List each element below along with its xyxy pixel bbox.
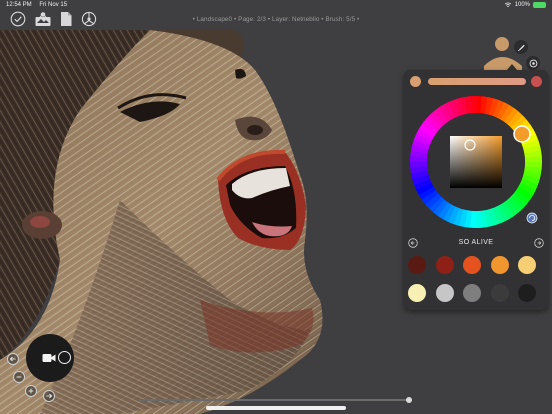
palette-swatch[interactable] <box>490 284 509 302</box>
history-swatch[interactable] <box>531 76 542 87</box>
color-panel: SO ALIVE <box>404 70 548 310</box>
palette-swatch[interactable] <box>408 256 426 274</box>
color-history <box>410 76 542 88</box>
palette-swatch[interactable] <box>435 256 454 274</box>
page-scrubber[interactable] <box>140 397 412 403</box>
history-gradient-bar[interactable] <box>428 78 526 85</box>
history-swatch[interactable] <box>410 76 421 87</box>
minus-icon <box>16 376 22 378</box>
page-scrubber-knob[interactable] <box>406 397 412 403</box>
brush-button[interactable] <box>514 40 528 54</box>
zoom-out-button[interactable] <box>13 371 25 383</box>
swap-color-button[interactable] <box>526 212 538 224</box>
zoom-in-button[interactable] <box>25 385 37 397</box>
palette-swatch[interactable] <box>408 284 426 302</box>
arrow-left-icon <box>9 356 16 362</box>
document-info: • Landscape0 • Page: 2/3 • Layer: Netneb… <box>192 16 360 23</box>
hue-picker-handle[interactable] <box>513 125 531 143</box>
palette-swatch[interactable] <box>463 256 481 274</box>
color-preview-circle[interactable] <box>58 351 71 364</box>
palette-swatch[interactable] <box>435 284 454 302</box>
top-toolbar: • Landscape0 • Page: 2/3 • Layer: Netneb… <box>0 8 552 32</box>
target-icon <box>529 59 537 67</box>
plus-icon <box>28 388 34 394</box>
undo-button[interactable] <box>7 353 19 365</box>
arrow-left-icon <box>410 241 415 245</box>
redo-button[interactable] <box>43 390 55 402</box>
palette-next-button[interactable] <box>534 238 544 248</box>
brush-icon <box>517 44 525 51</box>
arrow-right-icon <box>537 241 542 245</box>
saturation-value-square[interactable] <box>450 136 502 188</box>
palette-swatch[interactable] <box>518 256 536 274</box>
home-indicator <box>206 406 346 410</box>
palette-swatch[interactable] <box>463 284 481 302</box>
quick-menu[interactable] <box>26 334 74 382</box>
palette-name: SO ALIVE <box>458 239 494 246</box>
palette-prev-button[interactable] <box>408 238 418 248</box>
arrow-right-icon <box>46 393 53 399</box>
palette-swatch[interactable] <box>490 256 509 274</box>
video-camera-icon <box>42 354 56 362</box>
palette-swatch[interactable] <box>518 284 536 302</box>
eyedropper-button[interactable] <box>526 56 540 70</box>
color-wheel[interactable] <box>406 92 546 232</box>
